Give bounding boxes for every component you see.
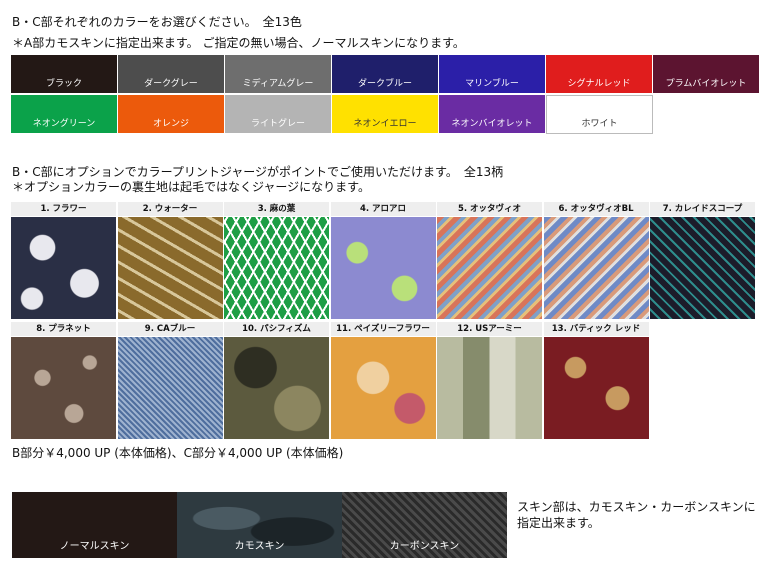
color-swatch-label: ブラック bbox=[45, 79, 82, 89]
pattern-tile[interactable]: 11. ペイズリーフラワー bbox=[330, 322, 436, 439]
skin-swatch[interactable]: カーボンスキン bbox=[342, 492, 507, 558]
color-swatch-label: プラムバイオレット bbox=[665, 79, 747, 89]
pattern-swatch-image bbox=[11, 337, 116, 439]
pattern-tile[interactable]: 6. オッタヴィオBL bbox=[543, 202, 649, 319]
pattern-grid: 1. フラワー 2. ウォーター 3. 麻の葉 4. アロアロ 5. オッタヴィオ 6. … bbox=[11, 202, 757, 440]
pattern-label: 6. オッタヴィオBL bbox=[543, 202, 649, 216]
price-text: B部分￥4,000 UP (本体価格)、C部分￥4,000 UP (本体価格) bbox=[12, 446, 344, 460]
pattern-swatch-image bbox=[330, 337, 436, 439]
color-swatch[interactable]: ネオンイエロー bbox=[332, 95, 439, 134]
color-swatch-label: ライトグレー bbox=[250, 119, 305, 129]
color-swatch-label: マリンブルー bbox=[465, 79, 519, 89]
color-swatch-label: ミディアムグレー bbox=[242, 79, 314, 89]
pattern-swatch-image bbox=[117, 337, 223, 439]
header-line-2: ＊A部カモスキンに指定出来ます。 ご指定の無い場合、ノーマルスキンになります。 bbox=[12, 36, 465, 50]
pattern-label: 5. オッタヴィオ bbox=[437, 202, 542, 216]
skin-note-line-2: 指定出来ます。 bbox=[517, 516, 600, 530]
pattern-tile[interactable]: 10. パシフィズム bbox=[224, 322, 329, 439]
color-swatch-label: ネオングリーン bbox=[32, 119, 96, 129]
pattern-swatch-image bbox=[224, 337, 329, 439]
pattern-tile[interactable]: 5. オッタヴィオ bbox=[437, 202, 542, 319]
color-swatch[interactable]: ライトグレー bbox=[225, 95, 332, 134]
color-swatch[interactable]: ダークブルー bbox=[332, 55, 439, 94]
pattern-tile[interactable]: 3. 麻の葉 bbox=[224, 202, 329, 319]
color-swatch-label: ネオンバイオレット bbox=[451, 119, 533, 129]
color-swatch-label: ダークグレー bbox=[144, 79, 198, 89]
pattern-tile[interactable]: 4. アロアロ bbox=[330, 202, 436, 319]
pattern-label: 7. カレイドスコープ bbox=[650, 202, 755, 216]
color-swatch[interactable]: ネオングリーン bbox=[11, 95, 118, 134]
skin-label: ノーマルスキン bbox=[59, 541, 130, 552]
color-swatch-label: シグナルレッド bbox=[567, 79, 631, 89]
pattern-tile[interactable]: 12. USアーミー bbox=[437, 322, 542, 439]
color-grid: ブラック ダークグレー ミディアムグレー ダークブルー マリンブルー シグナルレッド プラム… bbox=[11, 55, 760, 134]
skin-swatch[interactable]: ノーマルスキン bbox=[12, 492, 177, 558]
pattern-swatch-image bbox=[437, 217, 542, 319]
pattern-tile[interactable]: 13. バティック レッド bbox=[543, 322, 649, 439]
pattern-label: 10. パシフィズム bbox=[224, 322, 329, 336]
pattern-swatch-image bbox=[330, 217, 436, 319]
pattern-label: 11. ペイズリーフラワー bbox=[330, 322, 436, 336]
color-swatch[interactable]: ネオンバイオレット bbox=[439, 95, 546, 134]
color-swatch[interactable]: シグナルレッド bbox=[546, 55, 653, 94]
color-swatch-label: ダークブルー bbox=[357, 79, 412, 89]
pattern-label: 13. バティック レッド bbox=[543, 322, 649, 336]
color-swatch-label: ホワイト bbox=[581, 119, 618, 129]
pattern-label: 1. フラワー bbox=[11, 202, 116, 216]
color-swatch-label: オレンジ bbox=[152, 119, 189, 129]
pattern-swatch-image bbox=[650, 217, 755, 319]
pattern-tile[interactable]: 7. カレイドスコープ bbox=[650, 202, 755, 319]
color-swatch[interactable]: ブラック bbox=[11, 55, 118, 94]
color-swatch[interactable]: ミディアムグレー bbox=[225, 55, 332, 94]
skin-label: カーボンスキン bbox=[389, 541, 460, 552]
color-swatch[interactable]: プラムバイオレット bbox=[653, 55, 760, 94]
pattern-tile[interactable]: 1. フラワー bbox=[11, 202, 116, 319]
pattern-tile[interactable]: 9. CAブルー bbox=[117, 322, 223, 439]
pattern-swatch-image bbox=[224, 217, 329, 319]
options-line-1: B・C部にオプションでカラープリントジャージがポイントでご使用いただけます。 全… bbox=[12, 165, 504, 179]
color-swatch[interactable]: オレンジ bbox=[118, 95, 225, 134]
skin-note-line-1: スキン部は、カモスキン・カーボンスキンに bbox=[517, 500, 756, 514]
pattern-swatch-image bbox=[117, 217, 223, 319]
pattern-label: 12. USアーミー bbox=[437, 322, 542, 336]
pattern-swatch-image bbox=[11, 217, 116, 319]
color-swatch[interactable]: マリンブルー bbox=[439, 55, 546, 94]
color-swatch-label: ネオンイエロー bbox=[353, 119, 417, 129]
pattern-label: 9. CAブルー bbox=[117, 322, 223, 336]
pattern-swatch-image bbox=[543, 337, 649, 439]
pattern-label: 2. ウォーター bbox=[117, 202, 223, 216]
skin-label: カモスキン bbox=[234, 541, 285, 552]
color-swatch[interactable]: ホワイト bbox=[546, 95, 653, 134]
pattern-swatch-image bbox=[543, 217, 649, 319]
pattern-label: 3. 麻の葉 bbox=[224, 202, 329, 216]
pattern-tile[interactable]: 8. プラネット bbox=[11, 322, 116, 439]
skin-swatch[interactable]: カモスキン bbox=[177, 492, 342, 558]
pattern-label: 4. アロアロ bbox=[330, 202, 436, 216]
pattern-label: 8. プラネット bbox=[11, 322, 116, 336]
options-line-2: ＊オプションカラーの裏生地は起毛ではなくジャージになります。 bbox=[12, 180, 370, 194]
pattern-swatch-image bbox=[437, 337, 542, 439]
header-line-1: B・C部それぞれのカラーをお選びください。 全13色 bbox=[12, 15, 302, 29]
color-swatch[interactable]: ダークグレー bbox=[118, 55, 225, 94]
pattern-tile[interactable]: 2. ウォーター bbox=[117, 202, 223, 319]
